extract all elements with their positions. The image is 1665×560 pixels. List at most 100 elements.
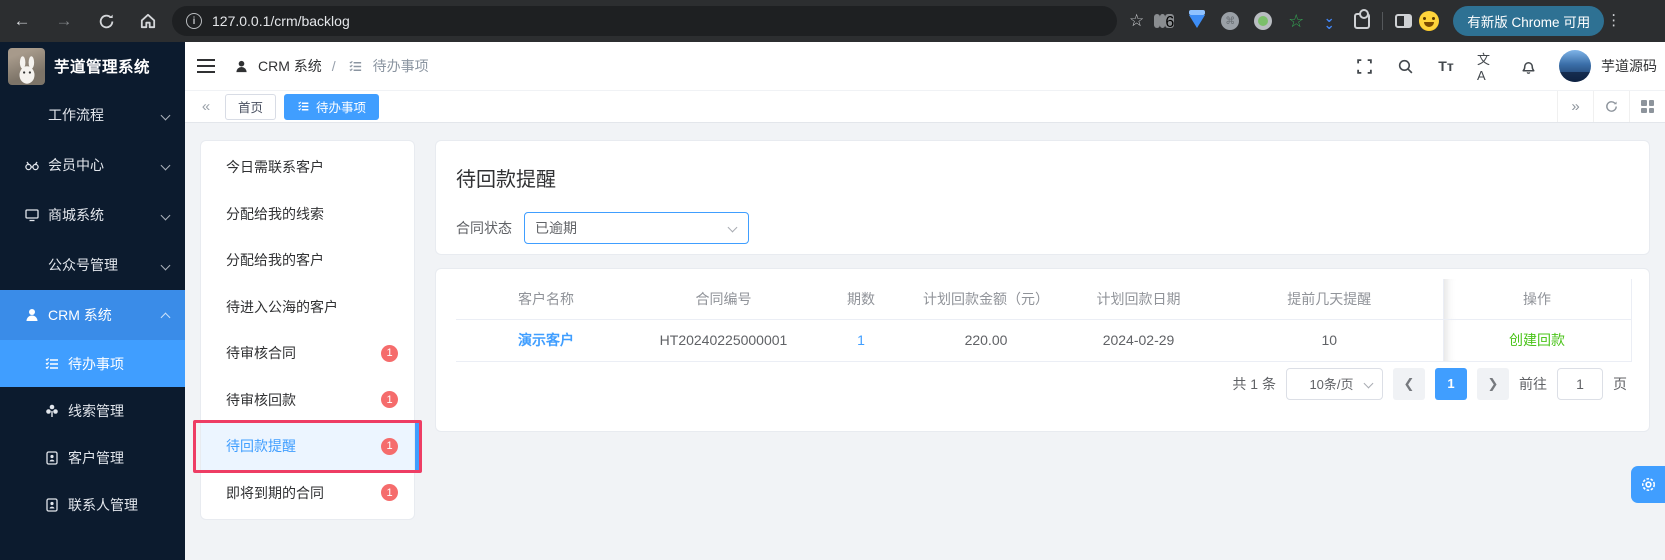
- tabs-scroll-right-icon[interactable]: »: [1557, 91, 1593, 122]
- todo-item-contracts-to-audit[interactable]: 待审核合同 1: [201, 330, 414, 377]
- todo-list-icon: [44, 356, 60, 372]
- periods-link[interactable]: 1: [857, 332, 865, 348]
- next-page-button[interactable]: ❯: [1477, 367, 1509, 400]
- page-size-select[interactable]: 10条/页: [1286, 367, 1383, 400]
- amount-cell: 220.00: [911, 319, 1061, 362]
- font-size-icon[interactable]: Tᴛ: [1436, 56, 1456, 76]
- top-navbar: CRM 系统 / 待办事项 Tᴛ 文A 芋道源码: [185, 42, 1665, 90]
- breadcrumb: CRM 系统 / 待办事项: [231, 56, 429, 76]
- date-cell: 2024-02-29: [1061, 319, 1216, 362]
- extension-icon-green-star[interactable]: ☆: [1286, 11, 1306, 31]
- clue-icon: [44, 403, 60, 419]
- locale-icon[interactable]: 文A: [1477, 52, 1497, 83]
- sidebar-menu: 工作流程 会员中心 商城系统 公众号管理 CRM 系统 待办事项 线索管理 客户…: [0, 90, 185, 528]
- col-customer-name: 客户名称: [456, 279, 636, 320]
- tabs-refresh-icon[interactable]: [1593, 91, 1629, 122]
- sidebar-item-backlog[interactable]: 待办事项: [0, 340, 185, 387]
- col-actions: 操作: [1442, 279, 1632, 320]
- site-info-icon[interactable]: i: [186, 13, 202, 29]
- chevron-down-icon: [161, 260, 171, 270]
- sidebar-item-crm-system[interactable]: CRM 系统: [0, 290, 185, 340]
- contact-book-icon: [44, 497, 60, 513]
- filter-card: 待回款提醒 合同状态 已逾期: [435, 140, 1650, 255]
- tab-backlog[interactable]: 待办事项: [284, 93, 380, 120]
- username[interactable]: 芋道源码: [1601, 56, 1657, 76]
- sidebar-item-mall-system[interactable]: 商城系统: [0, 190, 185, 240]
- fullscreen-icon[interactable]: [1354, 56, 1374, 76]
- select-value: 已逾期: [535, 220, 577, 236]
- forward-icon[interactable]: →: [54, 11, 74, 31]
- breadcrumb-section[interactable]: CRM 系统: [258, 56, 322, 76]
- profile-avatar-icon[interactable]: [1419, 11, 1440, 31]
- count-badge: 1: [381, 391, 398, 409]
- app-logo-row[interactable]: 芋道管理系统: [0, 42, 185, 90]
- tab-home[interactable]: 首页: [225, 93, 277, 120]
- extension-icon-gem[interactable]: [1187, 11, 1207, 31]
- browser-menu-icon[interactable]: ⋮: [1604, 13, 1629, 28]
- browser-chrome: ← → i 127.0.0.1/crm/backlog ☆ 6 ⌘ ☆ ⌄ ⌄ 有…: [0, 0, 1665, 42]
- user-avatar[interactable]: [1559, 50, 1591, 82]
- table-header-row: 客户名称 合同编号 期数 计划回款金额（元） 计划回款日期 提前几天提醒 操作: [456, 279, 1632, 320]
- extension-icon-green-disc[interactable]: [1253, 11, 1273, 31]
- extension-icon-gray-disc[interactable]: ⌘: [1220, 11, 1240, 31]
- tabs-scroll-left-icon[interactable]: «: [195, 98, 217, 115]
- col-date: 计划回款日期: [1061, 279, 1216, 320]
- todo-panel: 今日需联系客户 分配给我的线索 分配给我的客户 待进入公海的客户 待审核合同 1…: [193, 140, 422, 520]
- app-title: 芋道管理系统: [54, 59, 151, 76]
- todo-item-contact-today[interactable]: 今日需联系客户: [201, 144, 414, 191]
- toolbar-divider: [1382, 12, 1384, 30]
- bookmark-star-icon[interactable]: ☆: [1129, 11, 1144, 31]
- chrome-update-button[interactable]: 有新版 Chrome 可用: [1453, 6, 1605, 36]
- chevron-up-icon: [161, 310, 171, 320]
- customer-link[interactable]: 演示客户: [518, 332, 574, 348]
- col-periods: 期数: [811, 279, 911, 320]
- theme-settings-button[interactable]: [1631, 466, 1665, 503]
- active-indicator-bar: [415, 423, 419, 470]
- user-icon: [24, 307, 40, 323]
- contract-status-select[interactable]: 已逾期: [524, 212, 749, 244]
- create-receivable-button[interactable]: 创建回款: [1509, 332, 1565, 348]
- tabs-layout-icon[interactable]: [1629, 91, 1665, 122]
- side-panel-icon[interactable]: [1393, 11, 1413, 31]
- extension-icon-downloads[interactable]: 6: [1154, 11, 1175, 31]
- sidebar-item-contact-admin[interactable]: 联系人管理: [0, 481, 185, 528]
- url-text: 127.0.0.1/crm/backlog: [212, 13, 350, 29]
- todo-item-clues-assigned[interactable]: 分配给我的线索: [201, 191, 414, 238]
- breadcrumb-separator: /: [331, 58, 336, 74]
- todo-item-receivables-to-audit[interactable]: 待审核回款 1: [201, 377, 414, 424]
- page-number-button[interactable]: 1: [1435, 367, 1467, 400]
- chevron-down-icon: [161, 210, 171, 220]
- app-logo: [8, 47, 45, 85]
- sidebar-item-clue-admin[interactable]: 线索管理: [0, 387, 185, 434]
- todo-item-customers-assigned[interactable]: 分配给我的客户: [201, 237, 414, 284]
- page-title: 待回款提醒: [456, 169, 556, 191]
- notification-bell-icon[interactable]: [1518, 56, 1538, 76]
- chevron-down-icon: [161, 160, 171, 170]
- total-count: 共 1 条: [1232, 375, 1276, 392]
- reload-icon[interactable]: [96, 11, 116, 31]
- collapse-menu-icon[interactable]: [197, 59, 215, 73]
- back-icon[interactable]: ←: [12, 11, 32, 31]
- todo-item-receivable-reminder[interactable]: 待回款提醒 1: [193, 420, 422, 473]
- home-icon[interactable]: [138, 11, 158, 31]
- sidebar-item-member-center[interactable]: 会员中心: [0, 140, 185, 190]
- prev-page-button[interactable]: ❮: [1393, 367, 1425, 400]
- table-card: 客户名称 合同编号 期数 计划回款金额（元） 计划回款日期 提前几天提醒 操作 …: [435, 268, 1650, 432]
- extensions-puzzle-icon[interactable]: [1352, 9, 1372, 31]
- sidebar-item-mp-admin[interactable]: 公众号管理: [0, 240, 185, 290]
- count-badge: 1: [381, 484, 398, 502]
- todo-item-expiring-contracts[interactable]: 即将到期的合同 1: [201, 470, 414, 517]
- url-bar[interactable]: i 127.0.0.1/crm/backlog: [172, 6, 1117, 36]
- extension-icon-double-chevron[interactable]: ⌄ ⌄: [1319, 11, 1339, 31]
- extension-badge: 6: [1165, 14, 1175, 31]
- todo-item-pool-customers[interactable]: 待进入公海的客户: [201, 284, 414, 331]
- page-unit: 页: [1613, 375, 1627, 392]
- search-icon[interactable]: [1395, 56, 1415, 76]
- sidebar-item-workflow[interactable]: 工作流程: [0, 90, 185, 140]
- breadcrumb-user-icon: [231, 56, 251, 76]
- mall-icon: [24, 207, 40, 223]
- chevron-down-icon: [161, 110, 171, 120]
- goto-page-input[interactable]: [1557, 367, 1603, 400]
- sidebar-item-customer-admin[interactable]: 客户管理: [0, 434, 185, 481]
- col-amount: 计划回款金额（元）: [911, 279, 1061, 320]
